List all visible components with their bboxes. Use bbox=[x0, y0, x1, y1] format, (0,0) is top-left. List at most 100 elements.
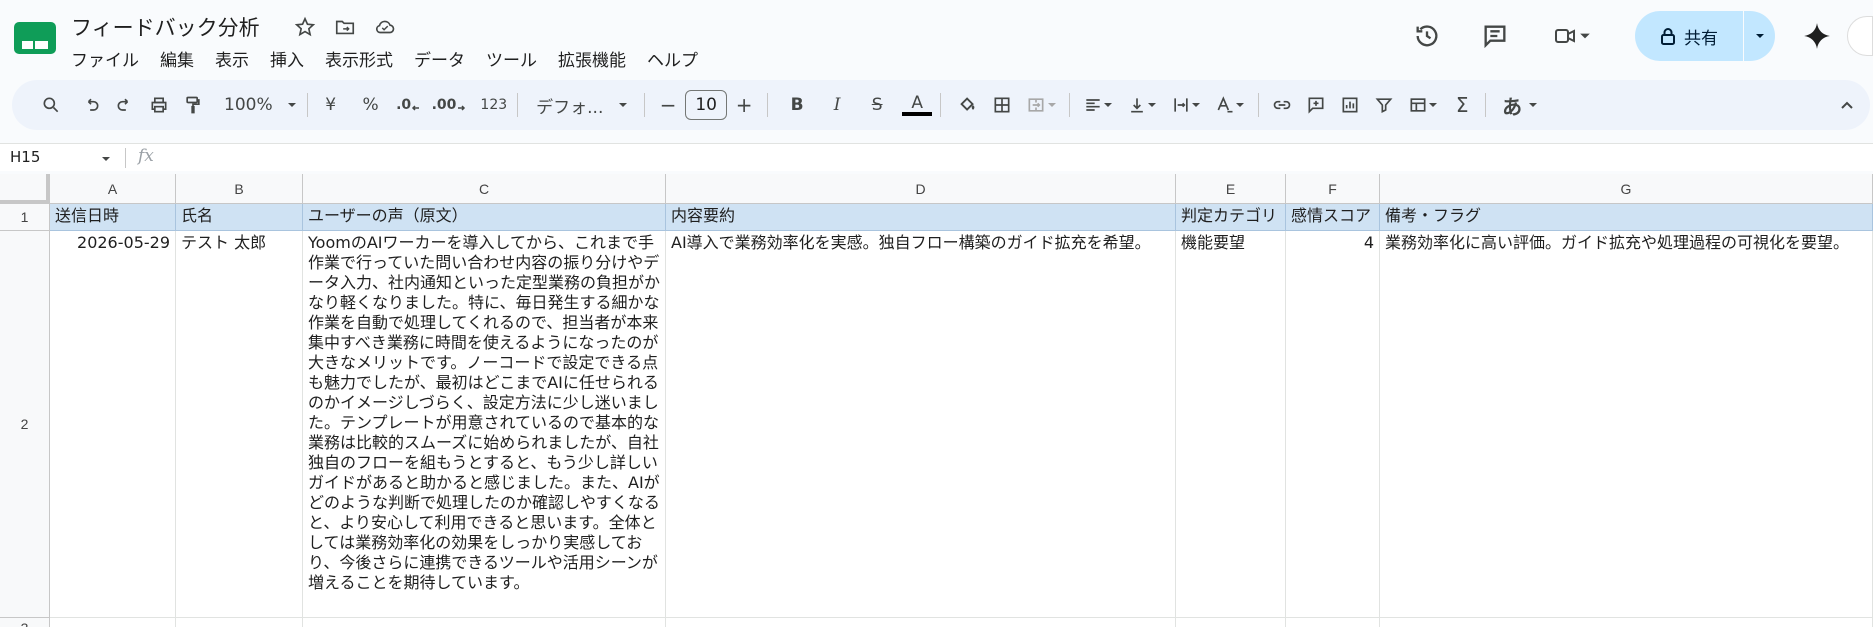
menu-insert[interactable]: 挿入 bbox=[270, 46, 314, 71]
bold-button[interactable]: B bbox=[780, 87, 814, 123]
cell-summary[interactable]: AI導入で業務効率化を実感。独自フロー構築のガイド拡充を希望。 bbox=[666, 231, 1176, 618]
print-icon[interactable] bbox=[142, 87, 176, 123]
decrease-font-size-button[interactable]: − bbox=[651, 87, 685, 123]
font-family-select[interactable]: デフォ... bbox=[532, 87, 632, 123]
lock-icon bbox=[1661, 28, 1675, 45]
row-header-1[interactable]: 1 bbox=[0, 204, 50, 231]
chevron-down-icon bbox=[1529, 103, 1538, 107]
insert-comment-icon[interactable] bbox=[1299, 87, 1333, 123]
number-format-button[interactable]: 123 bbox=[476, 87, 511, 123]
share-options-button[interactable] bbox=[1744, 31, 1775, 41]
comment-icon[interactable] bbox=[1473, 14, 1517, 58]
increase-font-size-button[interactable]: + bbox=[727, 87, 761, 123]
text-rotation-icon[interactable] bbox=[1208, 87, 1252, 123]
font-size-input[interactable]: 10 bbox=[685, 90, 728, 120]
cell-sentiment-score[interactable]: 4 bbox=[1286, 231, 1380, 618]
header-cell-sentiment-score[interactable]: 感情スコア bbox=[1286, 204, 1380, 231]
meet-video-icon[interactable] bbox=[1541, 14, 1601, 58]
filter-views-icon[interactable] bbox=[1401, 87, 1445, 123]
empty-cell[interactable] bbox=[50, 618, 176, 627]
header-cell-summary[interactable]: 内容要約 bbox=[666, 204, 1176, 231]
filter-icon[interactable] bbox=[1367, 87, 1401, 123]
row-header-2[interactable]: 2 bbox=[0, 231, 50, 618]
empty-cell[interactable] bbox=[1286, 618, 1380, 627]
empty-cell[interactable] bbox=[1380, 618, 1873, 627]
menu-help[interactable]: ヘルプ bbox=[647, 46, 708, 71]
menu-tools[interactable]: ツール bbox=[486, 46, 547, 71]
functions-button[interactable]: Σ bbox=[1445, 87, 1479, 123]
formatting-toolbar: 100% ¥ % .0 .00 123 デフォ... − 10 + B I S … bbox=[12, 80, 1870, 130]
chevron-down-icon[interactable] bbox=[101, 154, 111, 164]
merge-cells-icon[interactable] bbox=[1019, 87, 1063, 123]
menu-format[interactable]: 表示形式 bbox=[325, 46, 403, 71]
column-header-a[interactable]: A bbox=[50, 174, 176, 204]
menu-edit[interactable]: 編集 bbox=[160, 46, 204, 71]
header-cell-name[interactable]: 氏名 bbox=[176, 204, 303, 231]
arrow-right-icon bbox=[458, 105, 466, 111]
chevron-down-icon[interactable] bbox=[1579, 30, 1591, 42]
header-cell-user-voice[interactable]: ユーザーの声（原文） bbox=[303, 204, 666, 231]
strikethrough-button[interactable]: S bbox=[860, 87, 894, 123]
decrease-decimal-label: .0 bbox=[396, 97, 412, 113]
redo-icon[interactable] bbox=[108, 87, 142, 123]
insert-link-icon[interactable] bbox=[1265, 87, 1299, 123]
menu-file[interactable]: ファイル bbox=[71, 46, 149, 71]
increase-decimal-label: .00 bbox=[431, 97, 457, 113]
column-header-c[interactable]: C bbox=[303, 174, 666, 204]
avatar[interactable] bbox=[1847, 16, 1873, 56]
move-folder-icon[interactable] bbox=[332, 14, 358, 40]
paint-format-icon[interactable] bbox=[176, 87, 210, 123]
document-title[interactable]: フィードバック分析 bbox=[71, 12, 260, 42]
sheets-logo-icon[interactable] bbox=[14, 22, 56, 54]
cloud-saved-icon[interactable] bbox=[372, 14, 398, 40]
zoom-select[interactable]: 100% bbox=[220, 87, 301, 123]
percent-format-button[interactable]: % bbox=[354, 87, 388, 123]
cell-user-voice[interactable]: YoomのAIワーカーを導入してから、これまで手作業で行っていた問い合わせ内容の… bbox=[303, 231, 666, 618]
column-header-b[interactable]: B bbox=[176, 174, 303, 204]
fill-color-icon[interactable] bbox=[951, 87, 985, 123]
empty-cell[interactable] bbox=[176, 618, 303, 627]
header-cell-category[interactable]: 判定カテゴリ bbox=[1176, 204, 1286, 231]
share-button[interactable]: 共有 bbox=[1635, 11, 1743, 61]
text-color-button[interactable]: A bbox=[900, 87, 934, 123]
menu-data[interactable]: データ bbox=[414, 46, 475, 71]
text-wrapping-icon[interactable] bbox=[1164, 87, 1208, 123]
input-tools-button[interactable]: あ bbox=[1498, 87, 1542, 123]
arrow-left-icon bbox=[412, 105, 420, 111]
currency-format-button[interactable]: ¥ bbox=[314, 87, 348, 123]
column-header-g[interactable]: G bbox=[1380, 174, 1873, 204]
cell-name[interactable]: テスト 太郎 bbox=[176, 231, 303, 618]
borders-icon[interactable] bbox=[985, 87, 1019, 123]
fx-icon: fx bbox=[138, 146, 154, 166]
increase-decimal-button[interactable]: .00 bbox=[428, 87, 471, 123]
header-cell-sent-date[interactable]: 送信日時 bbox=[50, 204, 176, 231]
column-header-e[interactable]: E bbox=[1176, 174, 1286, 204]
cell-category[interactable]: 機能要望 bbox=[1176, 231, 1286, 618]
chevron-down-icon bbox=[1429, 103, 1438, 107]
empty-cell[interactable] bbox=[1176, 618, 1286, 627]
vertical-align-icon[interactable] bbox=[1120, 87, 1164, 123]
history-icon[interactable] bbox=[1405, 14, 1449, 58]
chevron-down-icon bbox=[287, 103, 296, 107]
undo-icon[interactable] bbox=[74, 87, 108, 123]
cell-sent-date[interactable]: 2026-05-29 bbox=[50, 231, 176, 618]
cell-notes[interactable]: 業務効率化に高い評価。ガイド拡充や処理過程の可視化を要望。 bbox=[1380, 231, 1873, 618]
empty-cell[interactable] bbox=[666, 618, 1176, 627]
gemini-icon[interactable] bbox=[1795, 14, 1839, 58]
name-box[interactable]: H15 bbox=[10, 148, 40, 166]
menu-view[interactable]: 表示 bbox=[215, 46, 259, 71]
italic-button[interactable]: I bbox=[820, 87, 854, 123]
decrease-decimal-button[interactable]: .0 bbox=[392, 87, 426, 123]
horizontal-align-icon[interactable] bbox=[1076, 87, 1120, 123]
star-icon[interactable] bbox=[292, 14, 318, 40]
empty-cell[interactable] bbox=[303, 618, 666, 627]
row-header-3[interactable]: 3 bbox=[0, 618, 50, 627]
header-cell-notes[interactable]: 備考・フラグ bbox=[1380, 204, 1873, 231]
collapse-menus-icon[interactable] bbox=[1830, 87, 1864, 123]
select-all-corner[interactable] bbox=[0, 174, 50, 204]
column-header-d[interactable]: D bbox=[666, 174, 1176, 204]
column-header-f[interactable]: F bbox=[1286, 174, 1380, 204]
insert-chart-icon[interactable] bbox=[1333, 87, 1367, 123]
search-menus-icon[interactable] bbox=[34, 87, 68, 123]
menu-extensions[interactable]: 拡張機能 bbox=[558, 46, 636, 71]
